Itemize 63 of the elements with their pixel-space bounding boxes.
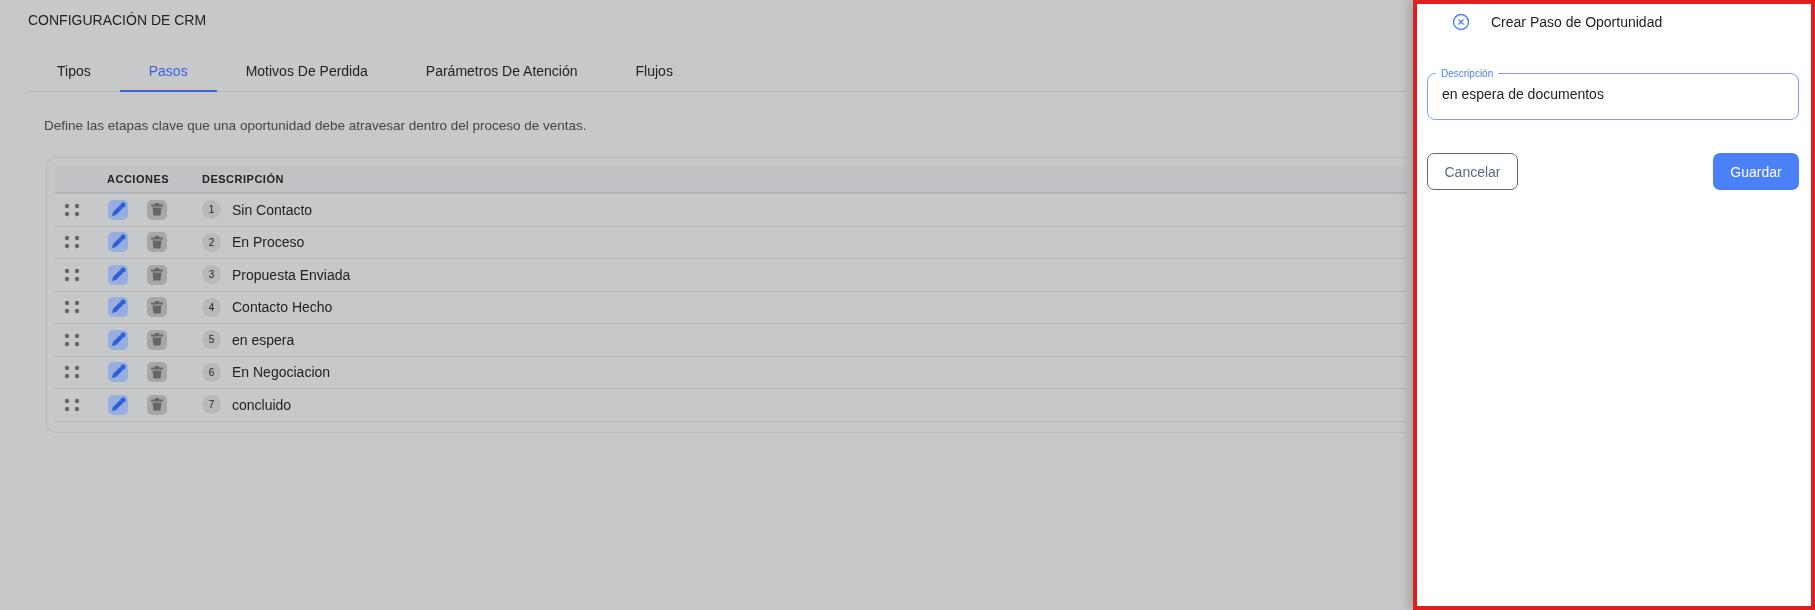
- pencil-icon: [110, 201, 126, 218]
- step-number: 6: [202, 362, 221, 382]
- table-cell: En Proceso: [232, 234, 305, 251]
- edit-button[interactable]: [108, 199, 128, 220]
- edit-button[interactable]: [108, 264, 128, 285]
- column-header: ACCIONES: [106, 173, 171, 185]
- pencil-icon: [110, 364, 126, 381]
- panel-title: Crear Paso de Oportunidad: [1491, 14, 1663, 30]
- delete-button[interactable]: [147, 362, 167, 383]
- drag-handle-icon[interactable]: [64, 397, 80, 412]
- step-number: 3: [202, 265, 221, 285]
- pencil-icon: [110, 331, 126, 348]
- table-cell: concluido: [232, 396, 292, 413]
- intro-text: Define las etapas clave que una oportunidad debe atravesar dentro del proceso de ventas.: [44, 118, 588, 133]
- delete-button[interactable]: [147, 264, 167, 285]
- drag-handle-icon[interactable]: [64, 267, 80, 282]
- cancel-button[interactable]: Cancelar: [1427, 153, 1518, 190]
- trash-icon: [151, 365, 163, 379]
- pencil-icon: [110, 299, 126, 316]
- trash-icon: [151, 398, 163, 412]
- drag-handle-icon[interactable]: [64, 332, 80, 347]
- drag-handle-icon[interactable]: [64, 235, 80, 250]
- tab[interactable]: Motivos De Perdida: [216, 52, 397, 92]
- delete-button[interactable]: [147, 297, 167, 318]
- table-cell: Sin Contacto: [232, 201, 313, 218]
- description-field[interactable]: Descripción en espera de documentos: [1427, 68, 1799, 120]
- column-header: DESCRIPCIÓN: [202, 173, 284, 185]
- trash-icon: [151, 203, 163, 217]
- pencil-icon: [110, 266, 126, 283]
- tab[interactable]: Tipos: [28, 52, 120, 92]
- trash-icon: [151, 300, 163, 314]
- drag-handle-icon[interactable]: [64, 202, 80, 217]
- drag-handle-icon[interactable]: [64, 300, 80, 315]
- delete-button[interactable]: [147, 329, 167, 350]
- step-number: 7: [202, 395, 221, 415]
- page-title: CONFIGURACIÓN DE CRM: [28, 12, 208, 28]
- table-cell: Propuesta Enviada: [232, 266, 351, 283]
- save-button[interactable]: Guardar: [1713, 153, 1799, 190]
- pencil-icon: [110, 234, 126, 251]
- trash-icon: [151, 333, 163, 347]
- close-icon[interactable]: [1452, 13, 1470, 31]
- step-number: 4: [202, 297, 221, 317]
- delete-button[interactable]: [147, 199, 167, 220]
- delete-button[interactable]: [147, 232, 167, 253]
- field-label: Descripción: [1440, 68, 1495, 79]
- edit-button[interactable]: [108, 362, 128, 383]
- table-cell: Contacto Hecho: [232, 299, 333, 316]
- edit-button[interactable]: [108, 232, 128, 253]
- step-number: 2: [202, 232, 221, 252]
- step-number: 5: [202, 330, 221, 350]
- trash-icon: [151, 268, 163, 282]
- delete-button[interactable]: [147, 394, 167, 415]
- tab[interactable]: Flujos: [606, 52, 702, 92]
- trash-icon: [151, 235, 163, 249]
- table-cell: En Negociacion: [232, 364, 331, 381]
- drag-handle-icon[interactable]: [64, 365, 80, 380]
- edit-button[interactable]: [108, 394, 128, 415]
- edit-button[interactable]: [108, 329, 128, 350]
- edit-button[interactable]: [108, 297, 128, 318]
- tab[interactable]: Parámetros De Atención: [396, 52, 607, 92]
- table-cell: en espera: [232, 331, 295, 348]
- step-number: 1: [202, 200, 221, 220]
- pencil-icon: [110, 396, 126, 413]
